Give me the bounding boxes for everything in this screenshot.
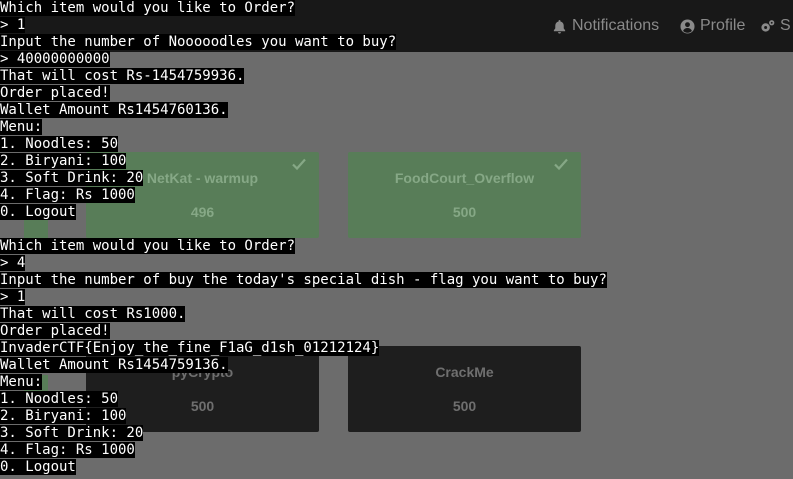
terminal-line-text: Order placed!: [0, 85, 110, 101]
terminal-line: That will cost Rs1000.: [0, 306, 793, 323]
terminal-line: Which item would you like to Order?: [0, 0, 793, 17]
terminal-line-text: Menu:: [0, 119, 43, 135]
terminal-line: Order placed!: [0, 323, 793, 340]
terminal-line-text: That will cost Rs-1454759936.: [0, 68, 245, 84]
terminal-line: Input the number of Nooooodles you want …: [0, 34, 793, 51]
terminal-line: Wallet Amount Rs1454759136.: [0, 357, 793, 374]
terminal-line-text: > 1: [0, 289, 26, 305]
terminal-line: Which item would you like to Order?: [0, 238, 793, 255]
terminal-line: 0. Logout: [0, 459, 793, 476]
terminal-line: > 4: [0, 255, 793, 272]
terminal-line-text: Which item would you like to Order?: [0, 0, 296, 16]
terminal-line: > 1: [0, 289, 793, 306]
terminal-line-text: > 1: [0, 17, 26, 33]
terminal-line: 2. Biryani: 100: [0, 408, 793, 425]
terminal-line: Menu:: [0, 119, 793, 136]
terminal-line: 1. Noodles: 50: [0, 136, 793, 153]
terminal-line: InvaderCTF{Enjoy_the_fine_F1aG_d1sh_0121…: [0, 340, 793, 357]
terminal-line-text: That will cost Rs1000.: [0, 306, 186, 322]
terminal-line: 3. Soft Drink: 20: [0, 170, 793, 187]
terminal-line-text: Input the number of buy the today's spec…: [0, 272, 607, 288]
terminal-line-text: 0. Logout: [0, 459, 76, 475]
terminal-line: 1. Noodles: 50: [0, 391, 793, 408]
terminal-line-text: Which item would you like to Order?: [0, 238, 296, 254]
terminal-line-text: 1. Noodles: 50: [0, 391, 119, 407]
terminal-line: Order placed!: [0, 85, 793, 102]
terminal-line-text: Wallet Amount Rs1454760136.: [0, 102, 228, 118]
terminal-line-text: 2. Biryani: 100: [0, 408, 127, 424]
terminal-line: 3. Soft Drink: 20: [0, 425, 793, 442]
terminal-line-text: Input the number of Nooooodles you want …: [0, 34, 397, 50]
terminal-line-text: InvaderCTF{Enjoy_the_fine_F1aG_d1sh_0121…: [0, 340, 380, 356]
terminal-output: Which item would you like to Order? > 1 In…: [0, 0, 793, 476]
terminal-line-text: Menu:: [0, 374, 43, 390]
terminal-line: 4. Flag: Rs 1000: [0, 187, 793, 204]
terminal-line: Wallet Amount Rs1454760136.: [0, 102, 793, 119]
terminal-line-text: Order placed!: [0, 323, 110, 339]
terminal-line-text: 1. Noodles: 50: [0, 136, 119, 152]
terminal-line-text: 4. Flag: Rs 1000: [0, 187, 135, 203]
terminal-line: 2. Biryani: 100: [0, 153, 793, 170]
terminal-line: Input the number of buy the today's spec…: [0, 272, 793, 289]
terminal-line-text: > 4: [0, 255, 26, 271]
terminal-line-text: 3. Soft Drink: 20: [0, 170, 144, 186]
terminal-line: 4. Flag: Rs 1000: [0, 442, 793, 459]
terminal-line-text: 4. Flag: Rs 1000: [0, 442, 135, 458]
terminal-line-text: Wallet Amount Rs1454759136.: [0, 357, 228, 373]
terminal-line: Menu:: [0, 374, 793, 391]
terminal-line-text: 0. Logout: [0, 204, 76, 220]
terminal-line: > 40000000000: [0, 51, 793, 68]
terminal-line: 0. Logout: [0, 204, 793, 221]
terminal-line-text: 2. Biryani: 100: [0, 153, 127, 169]
terminal-line-text: 3. Soft Drink: 20: [0, 425, 144, 441]
terminal-line: That will cost Rs-1454759936.: [0, 68, 793, 85]
terminal-line: > 1: [0, 17, 793, 34]
terminal-line-text: > 40000000000: [0, 51, 110, 67]
